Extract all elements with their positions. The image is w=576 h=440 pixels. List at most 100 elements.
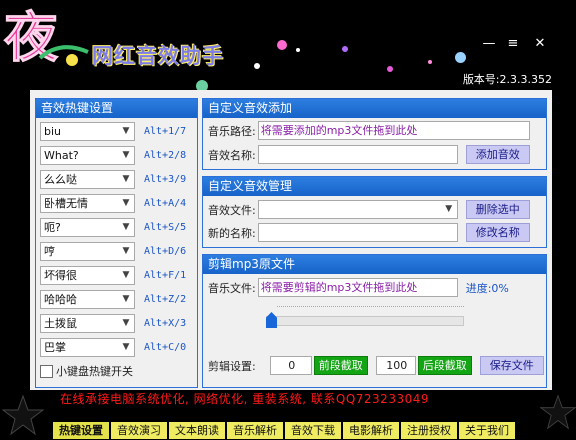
tab-hotkey-settings[interactable]: 热键设置 — [52, 422, 110, 440]
sound-select[interactable]: 哼 ▼ — [40, 242, 135, 261]
tab-about[interactable]: 关于我们 — [458, 422, 516, 440]
menu-button[interactable]: ≡ — [504, 36, 522, 52]
sound-name-input[interactable] — [257, 145, 458, 164]
sound-select[interactable]: biu ▼ — [40, 122, 135, 141]
sound-file-label: 音效文件: — [208, 203, 256, 217]
star-icon — [2, 394, 44, 436]
hotkey-row: 坏得很 ▼ Alt+F/1 — [40, 266, 186, 285]
chevron-down-icon: ▼ — [122, 246, 130, 256]
hotkey-label: Alt+A/4 — [144, 198, 187, 209]
decor-dot — [455, 52, 466, 63]
hotkey-row: 土拨鼠 ▼ Alt+X/3 — [40, 314, 186, 333]
sound-select[interactable]: 么么哒 ▼ — [40, 170, 135, 189]
chevron-down-icon: ▼ — [122, 318, 130, 328]
music-path-input[interactable]: 将需要添加的mp3文件拖到此处 — [257, 121, 530, 140]
sound-select-value: What? — [44, 149, 79, 162]
decor-dot — [254, 63, 260, 69]
music-path-label: 音乐路径: — [208, 124, 256, 138]
sound-select[interactable]: 呃? ▼ — [40, 218, 135, 237]
tab-movie-parse[interactable]: 电影解析 — [342, 422, 400, 440]
decor-dot — [387, 66, 393, 72]
star-icon — [540, 394, 576, 430]
sound-select[interactable]: 巴掌 ▼ — [40, 338, 135, 357]
sound-file-select[interactable]: ▼ — [257, 200, 458, 219]
cut-file-label: 音乐文件: — [208, 281, 256, 295]
sound-select-value: 土拨鼠 — [44, 317, 77, 330]
minimize-button[interactable]: — — [480, 36, 498, 52]
cut-front-button[interactable]: 前段截取 — [313, 356, 368, 375]
sound-select-value: 巴掌 — [44, 341, 66, 354]
cut-file-input[interactable]: 将需要剪辑的mp3文件拖到此处 — [257, 278, 458, 297]
decor-dot — [296, 48, 300, 52]
new-name-input[interactable] — [257, 223, 458, 242]
sound-select-value: 坏得很 — [44, 269, 77, 282]
sound-select[interactable]: 哈哈哈 ▼ — [40, 290, 135, 309]
app-title: 网红音效助手 — [92, 43, 224, 68]
chevron-down-icon: ▼ — [122, 174, 130, 184]
hotkey-label: Alt+D/6 — [144, 246, 187, 257]
numpad-hotkey-toggle[interactable]: 小键盘热键开关 — [40, 363, 133, 379]
cut-file-row: 音乐文件: 将需要剪辑的mp3文件拖到此处 进度:0% — [208, 278, 509, 297]
hotkey-label: Alt+X/3 — [144, 318, 187, 329]
cut-progress-label: 进度:0% — [465, 281, 509, 295]
hotkey-row: biu ▼ Alt+1/7 — [40, 122, 186, 141]
hotkey-label: Alt+C/0 — [144, 342, 187, 353]
chevron-down-icon: ▼ — [122, 294, 130, 304]
new-name-row: 新的名称: 修改名称 — [208, 223, 530, 242]
slider-dotted-line — [277, 306, 464, 307]
hotkey-row: 呃? ▼ Alt+S/5 — [40, 218, 186, 237]
decor-dot — [277, 40, 287, 50]
sound-select[interactable]: 土拨鼠 ▼ — [40, 314, 135, 333]
hotkey-label: Alt+Z/2 — [144, 294, 187, 305]
app-window: 夜 网红音效助手 — ≡ ✕ 版本号:2.3.3.352 音效热键设置 biu ▼… — [0, 0, 576, 440]
sound-select-value: 卧槽无情 — [44, 197, 88, 210]
save-file-button[interactable]: 保存文件 — [479, 356, 544, 375]
cut-settings-row: 剪辑设置: 0 前段截取 100 后段截取 保存文件 — [208, 356, 544, 375]
client-area: 音效热键设置 biu ▼ Alt+1/7 What? ▼ Alt+2/8 么么哒 ▼ … — [30, 90, 552, 390]
tab-text-reading[interactable]: 文本朗读 — [168, 422, 226, 440]
decor-dot — [342, 46, 348, 52]
add-sound-panel-title: 自定义音效添加 — [203, 99, 546, 118]
tab-sound-practice[interactable]: 音效演习 — [110, 422, 168, 440]
slider-handle[interactable] — [266, 312, 277, 328]
sound-select[interactable]: What? ▼ — [40, 146, 135, 165]
tab-music-parse[interactable]: 音乐解析 — [226, 422, 284, 440]
cut-back-button[interactable]: 后段截取 — [417, 356, 472, 375]
hotkeys-panel-title: 音效热键设置 — [36, 99, 197, 118]
sound-name-row: 音效名称: 添加音效 — [208, 145, 530, 164]
chevron-down-icon: ▼ — [122, 222, 130, 232]
chevron-down-icon: ▼ — [445, 204, 453, 214]
cut-mp3-panel-title: 剪辑mp3原文件 — [203, 255, 546, 274]
sound-select[interactable]: 卧槽无情 ▼ — [40, 194, 135, 213]
add-sound-button[interactable]: 添加音效 — [465, 145, 530, 164]
cut-range-slider[interactable] — [266, 312, 464, 328]
tab-sound-download[interactable]: 音效下载 — [284, 422, 342, 440]
sound-select[interactable]: 坏得很 ▼ — [40, 266, 135, 285]
manage-sound-panel-title: 自定义音效管理 — [203, 177, 546, 196]
sound-select-value: 么么哒 — [44, 173, 77, 186]
numpad-hotkey-checkbox[interactable] — [40, 364, 53, 378]
hotkey-label: Alt+S/5 — [144, 222, 187, 233]
hotkey-row: 哈哈哈 ▼ Alt+Z/2 — [40, 290, 186, 309]
hotkey-row: 卧槽无情 ▼ Alt+A/4 — [40, 194, 186, 213]
delete-selected-button[interactable]: 删除选中 — [465, 200, 530, 219]
numpad-hotkey-label: 小键盘热键开关 — [56, 365, 133, 378]
decor-dot — [428, 60, 432, 64]
sound-file-row: 音效文件: ▼ 删除选中 — [208, 200, 530, 219]
svg-text:夜: 夜 — [3, 5, 59, 69]
sound-name-label: 音效名称: — [208, 148, 256, 162]
cut-end-input[interactable]: 100 — [375, 356, 416, 375]
tab-register[interactable]: 注册授权 — [400, 422, 458, 440]
rename-button[interactable]: 修改名称 — [465, 223, 530, 242]
hotkey-row: 哼 ▼ Alt+D/6 — [40, 242, 186, 261]
chevron-down-icon: ▼ — [122, 270, 130, 280]
chevron-down-icon: ▼ — [122, 198, 130, 208]
bottom-tab-bar: 热键设置 音效演习 文本朗读 音乐解析 音效下载 电影解析 注册授权 关于我们 — [52, 422, 516, 440]
chevron-down-icon: ▼ — [122, 150, 130, 160]
hotkey-label: Alt+F/1 — [144, 270, 187, 281]
marquee-text: 在线承接电脑系统优化, 网络优化, 重装系统, 联系QQ723233049 — [60, 392, 429, 406]
close-button[interactable]: ✕ — [531, 36, 549, 52]
cut-start-input[interactable]: 0 — [269, 356, 312, 375]
chevron-down-icon: ▼ — [122, 126, 130, 136]
music-path-row: 音乐路径: 将需要添加的mp3文件拖到此处 — [208, 121, 530, 140]
